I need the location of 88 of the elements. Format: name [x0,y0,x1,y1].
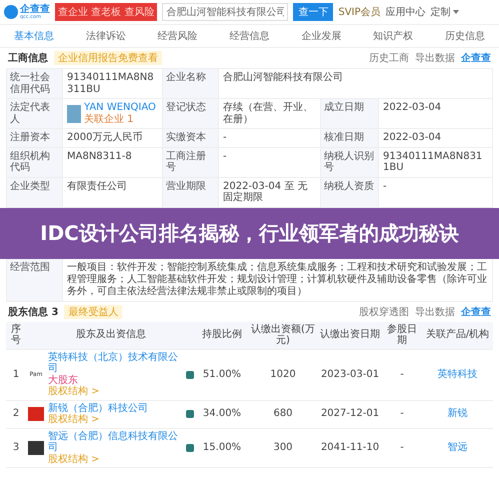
table-cell-text: - [399,441,405,455]
app-center-link[interactable]: 应用中心 [386,5,426,19]
svip-link[interactable]: SVIP会员 [338,5,381,19]
section-title: 工商信息 [8,51,48,65]
table-cell-text: 300 [272,441,294,455]
brand-logo: 企查查 [461,306,491,318]
field-value: - [383,180,387,192]
table-cell-text: - [399,368,405,382]
field-label: 成立日期 [321,99,379,129]
export-link[interactable]: 导出数据 [415,51,455,65]
field-label: 经营范围 [7,258,63,302]
tab[interactable]: 经营风险 [158,29,198,43]
promo-banner[interactable]: 查企业 查老板 查风险 [55,3,158,21]
tab[interactable]: 历史信息 [444,29,485,43]
field-label: 统一社会信用代码 [7,69,63,99]
tab[interactable]: 知识产权 [373,29,414,43]
column-header: 认缴出资额(万元) [250,322,316,348]
custom-menu[interactable]: 定制 [430,5,451,19]
company-link[interactable]: 智远（合肥）信息科技有限公司 [48,430,182,454]
tab[interactable]: 企业发展 [301,29,342,43]
equity-link[interactable]: 股权结构 > [48,386,182,398]
field-label: 实缴资本 [163,129,219,148]
field-value: 2000万元人民币 [67,132,142,143]
tag[interactable]: 关联企业 1 [84,114,156,125]
field-value: 91340111MA8N8311BU [383,150,482,173]
field-label: 企业名称 [163,69,219,99]
field-value: 存续（在营、开业、在册） [223,102,313,124]
overlay-title: IDC设计公司排名揭秘，行业领军者的成功秘诀 [0,208,499,258]
tag[interactable]: 企业信用报告免费查看 [54,51,162,65]
table-cell-text: 2041-11-10 [320,441,380,455]
table-cell-text: 2027-12-01 [320,407,380,422]
search-field[interactable]: 合肥山河智能科技有限公司 [162,3,288,21]
field-label: 组织机构代码 [7,148,63,178]
filter-link[interactable]: 股权穿透图 [359,304,409,318]
column-header: 持股比例 [201,328,243,342]
equity-link[interactable]: 股权结构 > [48,414,182,426]
field-value: 一般项目：软件开发；智能控制系统集成；信息系统集成服务；工程和技术研究和试验发展；工程管理服务；人工智能基础软件开发；规划设计管理；计算机软硬件及辅助设备零售（除许可业务外，可自主依法经营法律法规非禁止或限制的项目） [63,258,493,302]
field-value: 2022-03-04 至 无固定期限 [223,180,308,203]
field-label: 注册资本 [7,129,63,148]
table-cell-text: 2023-03-01 [320,368,380,382]
field-label: 法定代表人 [7,99,63,129]
equity-link[interactable]: 股权结构 > [48,454,182,465]
table-cell-text: 15.00% [202,441,242,455]
field-label: 纳税人识别号 [321,148,379,178]
tag[interactable]: 最终受益人 [64,304,122,318]
field-value: 合肥山河智能科技有限公司 [223,72,343,83]
field-label: 企业类型 [7,178,63,208]
person-name[interactable]: YAN WENQIAO [84,102,156,114]
table-cell-text: 34.00% [202,407,242,422]
company-link[interactable]: 英特科技（北京）技术有限公司 [48,352,182,374]
product-link[interactable]: 新锐 [422,406,493,422]
field-value: 有限责任公司 [67,180,127,192]
field-value: 91340111MA8N8311BU [67,72,154,94]
search-button[interactable]: 查一下 [293,3,334,21]
field-value: - [223,132,227,143]
field-label: 工商注册号 [163,148,219,178]
table-cell-text: 680 [272,407,294,422]
tab[interactable]: 基本信息 [14,29,54,43]
table-cell-text: 1 [12,368,20,382]
tab[interactable]: 法律诉讼 [86,29,126,43]
field-value: MA8N8311-8 [67,150,132,162]
field-value: - [223,150,227,162]
table-cell-text: 51.00% [202,368,242,382]
product-link[interactable]: 英特科技 [422,366,493,382]
table-cell-text: 2 [12,407,20,422]
tag: 大股东 [48,374,78,386]
column-header: 股东及出资信息 [75,328,147,342]
filter-link[interactable]: 历史工商 [369,51,409,65]
column-header: 序号 [10,322,22,348]
table-cell-text: - [399,407,405,422]
column-header: 关联产品/机构 [424,328,490,342]
logo-text[interactable]: 企查查 [20,4,50,14]
section-title: 股东信息 3 [8,305,58,318]
table-cell-text: 3 [12,441,20,455]
field-value: 2022-03-04 [383,102,442,113]
table-cell-text: 1020 [269,368,297,382]
field-label: 营业期限 [163,178,219,208]
field-label: 登记状态 [163,99,219,129]
column-header: 参股日期 [386,322,418,348]
field-label: 核准日期 [321,129,379,148]
field-label: 纳税人资质 [321,178,379,208]
brand-logo: 企查查 [461,52,491,65]
field-value: 2022-03-04 [383,132,442,143]
export-link[interactable]: 导出数据 [415,304,455,318]
product-link[interactable]: 智远 [422,440,493,456]
column-header: 认缴出资日期 [319,328,381,342]
company-link[interactable]: 新锐（合肥）科技公司 [48,402,182,414]
tab[interactable]: 经营信息 [229,29,270,43]
